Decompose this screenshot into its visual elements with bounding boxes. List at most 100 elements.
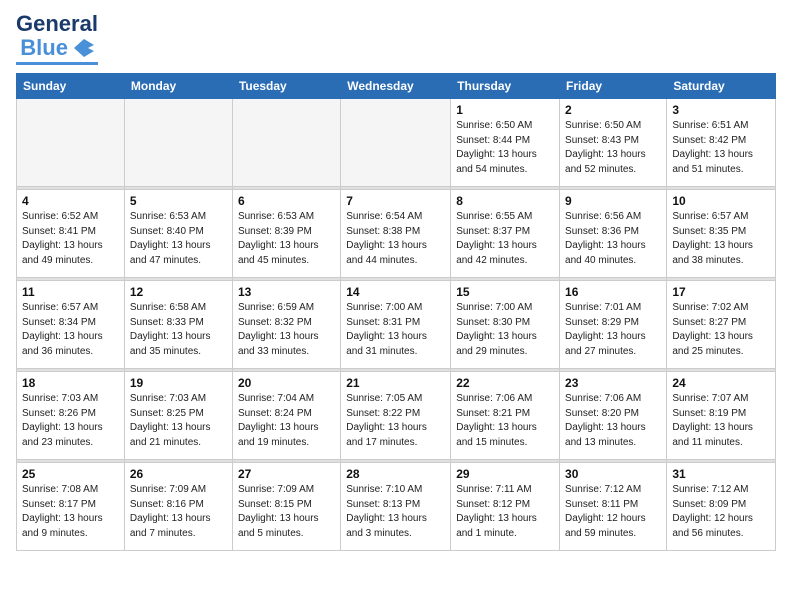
day-number: 21 [346, 376, 445, 390]
day-number: 15 [456, 285, 554, 299]
table-row: 8 Sunrise: 6:55 AM Sunset: 8:37 PM Daylig… [451, 190, 560, 278]
col-sunday: Sunday [17, 74, 125, 99]
day-info: Sunrise: 6:58 AM Sunset: 8:33 PM Dayligh… [130, 301, 227, 359]
day-number: 7 [346, 194, 445, 208]
day-number: 31 [672, 467, 770, 481]
table-row: 26Sunrise: 7:09 AM Sunset: 8:16 PM Dayli… [124, 463, 232, 551]
col-saturday: Saturday [667, 74, 776, 99]
day-info: Sunrise: 7:10 AM Sunset: 8:13 PM Dayligh… [346, 483, 445, 541]
calendar-table: Sunday Monday Tuesday Wednesday Thursday… [16, 73, 776, 551]
day-info: Sunrise: 7:03 AM Sunset: 8:25 PM Dayligh… [130, 392, 227, 450]
day-number: 25 [22, 467, 119, 481]
page: General Blue Sunday Monday [0, 0, 792, 559]
day-number: 23 [565, 376, 661, 390]
logo-bird-icon [70, 37, 98, 59]
table-row: 21 Sunrise: 7:05 AM Sunset: 8:22 PM Dayli… [341, 372, 451, 460]
day-number: 17 [672, 285, 770, 299]
table-row: 23 Sunrise: 7:06 AM Sunset: 8:20 PM Dayli… [560, 372, 667, 460]
col-friday: Friday [560, 74, 667, 99]
table-row: 10 Sunrise: 6:57 AM Sunset: 8:35 PM Dayli… [667, 190, 776, 278]
table-row: 20 Sunrise: 7:04 AM Sunset: 8:24 PM Dayli… [232, 372, 340, 460]
table-row: 12 Sunrise: 6:58 AM Sunset: 8:33 PM Dayli… [124, 281, 232, 369]
table-row: 19 Sunrise: 7:03 AM Sunset: 8:25 PM Dayli… [124, 372, 232, 460]
day-info: Sunrise: 6:57 AM Sunset: 8:35 PM Dayligh… [672, 210, 770, 268]
day-number: 3 [672, 103, 770, 117]
day-number: 24 [672, 376, 770, 390]
day-info: Sunrise: 7:06 AM Sunset: 8:21 PM Dayligh… [456, 392, 554, 450]
logo-text: General [16, 12, 98, 36]
day-info: Sunrise: 7:02 AM Sunset: 8:27 PM Dayligh… [672, 301, 770, 359]
day-number: 5 [130, 194, 227, 208]
day-info: Sunrise: 7:00 AM Sunset: 8:31 PM Dayligh… [346, 301, 445, 359]
day-number: 6 [238, 194, 335, 208]
day-number: 16 [565, 285, 661, 299]
day-info: Sunrise: 7:12 AM Sunset: 8:11 PM Dayligh… [565, 483, 661, 541]
col-tuesday: Tuesday [232, 74, 340, 99]
col-wednesday: Wednesday [341, 74, 451, 99]
table-row: 25 Sunrise: 7:08 AM Sunset: 8:17 PM Dayli… [17, 463, 125, 551]
logo-blue-text: Blue [20, 36, 68, 60]
day-info: Sunrise: 6:55 AM Sunset: 8:37 PM Dayligh… [456, 210, 554, 268]
day-number: 29 [456, 467, 554, 481]
calendar-week-row: 11Sunrise: 6:57 AM Sunset: 8:34 PM Dayli… [17, 281, 776, 369]
day-number: 13 [238, 285, 335, 299]
day-info: Sunrise: 7:06 AM Sunset: 8:20 PM Dayligh… [565, 392, 661, 450]
day-info: Sunrise: 6:54 AM Sunset: 8:38 PM Dayligh… [346, 210, 445, 268]
day-number: 19 [130, 376, 227, 390]
table-row [232, 99, 340, 187]
day-number: 9 [565, 194, 661, 208]
day-info: Sunrise: 6:50 AM Sunset: 8:43 PM Dayligh… [565, 119, 661, 177]
header: General Blue [16, 12, 776, 65]
day-info: Sunrise: 6:53 AM Sunset: 8:39 PM Dayligh… [238, 210, 335, 268]
day-info: Sunrise: 6:59 AM Sunset: 8:32 PM Dayligh… [238, 301, 335, 359]
day-number: 4 [22, 194, 119, 208]
table-row: 1 Sunrise: 6:50 AM Sunset: 8:44 PM Daylig… [451, 99, 560, 187]
day-number: 1 [456, 103, 554, 117]
table-row: 11Sunrise: 6:57 AM Sunset: 8:34 PM Dayli… [17, 281, 125, 369]
table-row: 6 Sunrise: 6:53 AM Sunset: 8:39 PM Daylig… [232, 190, 340, 278]
day-number: 12 [130, 285, 227, 299]
table-row: 27Sunrise: 7:09 AM Sunset: 8:15 PM Dayli… [232, 463, 340, 551]
calendar-week-row: 1 Sunrise: 6:50 AM Sunset: 8:44 PM Daylig… [17, 99, 776, 187]
table-row: 4 Sunrise: 6:52 AM Sunset: 8:41 PM Daylig… [17, 190, 125, 278]
calendar-header-row: Sunday Monday Tuesday Wednesday Thursday… [17, 74, 776, 99]
day-number: 22 [456, 376, 554, 390]
day-info: Sunrise: 6:57 AM Sunset: 8:34 PM Dayligh… [22, 301, 119, 359]
day-number: 28 [346, 467, 445, 481]
day-number: 26 [130, 467, 227, 481]
table-row: 17 Sunrise: 7:02 AM Sunset: 8:27 PM Dayli… [667, 281, 776, 369]
day-info: Sunrise: 7:12 AM Sunset: 8:09 PM Dayligh… [672, 483, 770, 541]
table-row: 9 Sunrise: 6:56 AM Sunset: 8:36 PM Daylig… [560, 190, 667, 278]
calendar-week-row: 4 Sunrise: 6:52 AM Sunset: 8:41 PM Daylig… [17, 190, 776, 278]
day-info: Sunrise: 6:53 AM Sunset: 8:40 PM Dayligh… [130, 210, 227, 268]
day-info: Sunrise: 7:01 AM Sunset: 8:29 PM Dayligh… [565, 301, 661, 359]
table-row: 16 Sunrise: 7:01 AM Sunset: 8:29 PM Dayli… [560, 281, 667, 369]
day-info: Sunrise: 7:04 AM Sunset: 8:24 PM Dayligh… [238, 392, 335, 450]
day-info: Sunrise: 7:08 AM Sunset: 8:17 PM Dayligh… [22, 483, 119, 541]
table-row: 15Sunrise: 7:00 AM Sunset: 8:30 PM Dayli… [451, 281, 560, 369]
table-row: 29Sunrise: 7:11 AM Sunset: 8:12 PM Dayli… [451, 463, 560, 551]
col-thursday: Thursday [451, 74, 560, 99]
day-info: Sunrise: 6:51 AM Sunset: 8:42 PM Dayligh… [672, 119, 770, 177]
table-row [17, 99, 125, 187]
table-row: 14 Sunrise: 7:00 AM Sunset: 8:31 PM Dayli… [341, 281, 451, 369]
table-row: 18Sunrise: 7:03 AM Sunset: 8:26 PM Dayli… [17, 372, 125, 460]
day-number: 8 [456, 194, 554, 208]
day-info: Sunrise: 6:52 AM Sunset: 8:41 PM Dayligh… [22, 210, 119, 268]
day-info: Sunrise: 6:50 AM Sunset: 8:44 PM Dayligh… [456, 119, 554, 177]
table-row: 24 Sunrise: 7:07 AM Sunset: 8:19 PM Dayli… [667, 372, 776, 460]
calendar-week-row: 18Sunrise: 7:03 AM Sunset: 8:26 PM Dayli… [17, 372, 776, 460]
table-row [341, 99, 451, 187]
day-info: Sunrise: 6:56 AM Sunset: 8:36 PM Dayligh… [565, 210, 661, 268]
day-number: 10 [672, 194, 770, 208]
logo: General Blue [16, 12, 98, 65]
day-info: Sunrise: 7:05 AM Sunset: 8:22 PM Dayligh… [346, 392, 445, 450]
day-number: 14 [346, 285, 445, 299]
table-row: 3 Sunrise: 6:51 AM Sunset: 8:42 PM Daylig… [667, 99, 776, 187]
table-row: 28 Sunrise: 7:10 AM Sunset: 8:13 PM Dayli… [341, 463, 451, 551]
day-number: 18 [22, 376, 119, 390]
day-number: 20 [238, 376, 335, 390]
day-info: Sunrise: 7:09 AM Sunset: 8:15 PM Dayligh… [238, 483, 335, 541]
day-info: Sunrise: 7:07 AM Sunset: 8:19 PM Dayligh… [672, 392, 770, 450]
calendar-week-row: 25 Sunrise: 7:08 AM Sunset: 8:17 PM Dayli… [17, 463, 776, 551]
